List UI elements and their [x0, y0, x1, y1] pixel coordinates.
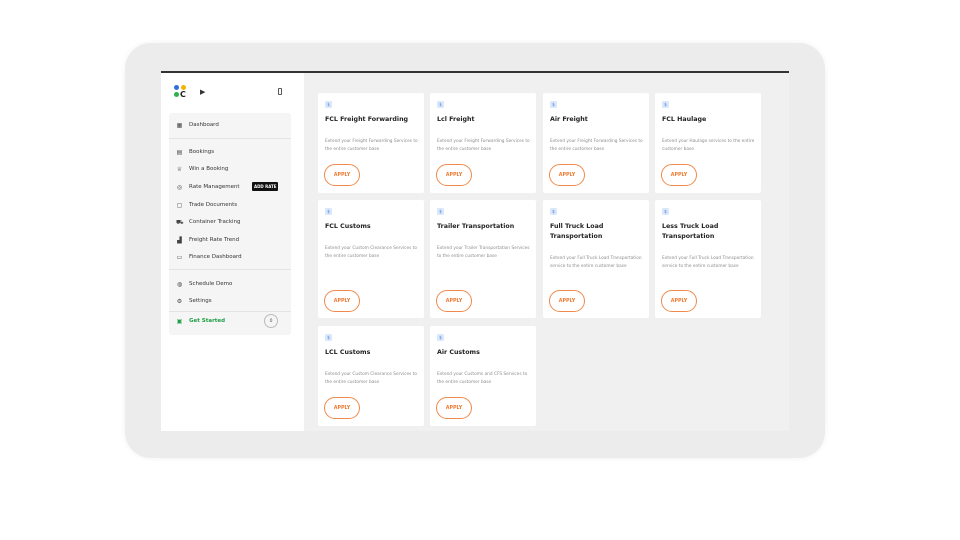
sidebar-item-container-tracking[interactable]: ⛟ Container Tracking — [176, 216, 241, 228]
chart-icon: ▟ — [177, 236, 182, 244]
app-screen: C ▶ ▦ Dashboard ▤ Bookings ♕ Win a Booki… — [161, 71, 789, 431]
service-card-full-truck-load: $ Full Truck Load Transportation Extend … — [543, 200, 649, 318]
service-card-lcl-freight: $ Lcl Freight Extend your Freight Forwar… — [430, 93, 536, 193]
card-description: Extend your Trailer Transportation Servi… — [437, 246, 530, 259]
document-icon: ▢ — [176, 201, 183, 209]
card-description: Extend your Custom Clearance Services to… — [325, 372, 418, 385]
sidebar-item-label: Trade Documents — [189, 202, 238, 208]
menu-divider — [169, 138, 291, 139]
gear-icon: ⚙ — [176, 297, 183, 305]
sidebar-item-label: Win a Booking — [189, 166, 229, 172]
sidebar-menu: ▦ Dashboard ▤ Bookings ♕ Win a Booking ◎… — [169, 113, 291, 335]
card-title: FCL Haulage — [662, 116, 707, 123]
sidebar-item-label: Finance Dashboard — [189, 254, 242, 260]
card-title: Lcl Freight — [437, 116, 475, 123]
apply-button[interactable]: APPLY — [436, 290, 472, 312]
card-description: Extend your Full Truck Load Transportati… — [662, 256, 754, 269]
dollar-icon: $ — [437, 334, 444, 341]
sidebar-item-win-a-booking[interactable]: ♕ Win a Booking — [176, 163, 229, 175]
company-logo[interactable]: C — [174, 85, 188, 99]
service-card-air-customs: $ Air Customs Extend your Customs and CF… — [430, 326, 536, 426]
sidebar-item-label: Settings — [189, 298, 212, 304]
card-description: Extend your Haulage services to the enti… — [662, 139, 755, 152]
card-title: Air Freight — [550, 116, 588, 123]
dashboard-icon: ▦ — [176, 121, 183, 129]
headset-icon: ◍ — [176, 280, 183, 288]
card-description: Extend your Freight Forwarding Services … — [550, 139, 643, 152]
dollar-icon: $ — [325, 208, 332, 215]
logo-dot-green — [174, 92, 179, 97]
logo-dot-blue — [174, 85, 179, 90]
sidebar-item-finance-dashboard[interactable]: ▭ Finance Dashboard — [176, 251, 242, 263]
add-rate-badge[interactable]: ADD RATE — [252, 182, 279, 191]
menu-divider — [169, 311, 291, 312]
card-title: Trailer Transportation — [437, 223, 515, 230]
dollar-icon: $ — [437, 208, 444, 215]
service-card-fcl-freight-forwarding: $ FCL Freight Forwarding Extend your Fre… — [318, 93, 424, 193]
service-card-trailer-transportation: $ Trailer Transportation Extend your Tra… — [430, 200, 536, 318]
sidebar-item-bookings[interactable]: ▤ Bookings — [176, 146, 214, 158]
truck-icon: ⛟ — [176, 218, 184, 226]
sidebar-item-label: Freight Rate Trend — [189, 237, 240, 243]
dollar-icon: $ — [325, 101, 332, 108]
card-title: Air Customs — [437, 349, 480, 356]
services-grid: $ FCL Freight Forwarding Extend your Fre… — [304, 73, 789, 431]
logo-letter: C — [180, 90, 186, 99]
sidebar-item-dashboard[interactable]: ▦ Dashboard — [176, 119, 219, 131]
apply-button[interactable]: APPLY — [324, 290, 360, 312]
dollar-icon: $ — [662, 208, 669, 215]
card-description: Extend your Customs and CFS Services to … — [437, 372, 528, 385]
apply-button[interactable]: APPLY — [436, 397, 472, 419]
service-card-air-freight: $ Air Freight Extend your Freight Forwar… — [543, 93, 649, 193]
apply-button[interactable]: APPLY — [324, 397, 360, 419]
dollar-icon: $ — [550, 208, 557, 215]
service-card-lcl-customs: $ LCL Customs Extend your Custom Clearan… — [318, 326, 424, 426]
card-description: Extend your Freight Forwarding Services … — [325, 139, 418, 152]
sidebar: C ▶ ▦ Dashboard ▤ Bookings ♕ Win a Booki… — [161, 73, 304, 431]
sidebar-item-freight-rate-trend[interactable]: ▟ Freight Rate Trend — [176, 234, 239, 246]
apply-button[interactable]: APPLY — [549, 290, 585, 312]
wallet-icon: ▭ — [176, 253, 183, 261]
sidebar-item-label: Get Started — [189, 318, 226, 324]
card-title: Full Truck Load Transportation — [550, 223, 604, 240]
service-card-less-truck-load: $ Less Truck Load Transportation Extend … — [655, 200, 761, 318]
bookings-icon: ▤ — [176, 148, 183, 156]
dollar-icon: $ — [325, 334, 332, 341]
card-title: LCL Customs — [325, 349, 371, 356]
card-description: Extend your Full Truck Load Transportati… — [550, 256, 642, 269]
sidebar-item-rate-management[interactable]: ◎ Rate Management — [176, 181, 240, 193]
apply-button[interactable]: APPLY — [661, 164, 697, 186]
apply-button[interactable]: APPLY — [324, 164, 360, 186]
dollar-icon: $ — [437, 101, 444, 108]
sidebar-item-schedule-demo[interactable]: ◍ Schedule Demo — [176, 278, 233, 290]
card-title: FCL Customs — [325, 223, 371, 230]
phone-icon[interactable] — [278, 88, 282, 95]
sidebar-item-get-started[interactable]: ▣ Get Started — [176, 315, 225, 327]
sidebar-item-label: Bookings — [189, 149, 215, 155]
apply-button[interactable]: APPLY — [436, 164, 472, 186]
search-rate-icon: ◎ — [176, 183, 183, 191]
card-description: Extend your Custom Clearance Services to… — [325, 246, 418, 259]
calendar-icon: ▣ — [176, 317, 183, 325]
cursor-icon: ▶ — [200, 88, 206, 96]
menu-divider — [169, 269, 291, 270]
sidebar-item-label: Rate Management — [189, 184, 240, 190]
dollar-icon: $ — [550, 101, 557, 108]
sidebar-item-label: Schedule Demo — [189, 281, 233, 287]
progress-indicator: 0 — [264, 314, 278, 328]
apply-button[interactable]: APPLY — [661, 290, 697, 312]
trophy-icon: ♕ — [176, 165, 183, 173]
apply-button[interactable]: APPLY — [549, 164, 585, 186]
sidebar-item-label: Container Tracking — [189, 219, 241, 225]
sidebar-item-trade-documents[interactable]: ▢ Trade Documents — [176, 199, 238, 211]
card-description: Extend your Freight Forwarding Services … — [437, 139, 530, 152]
sidebar-item-settings[interactable]: ⚙ Settings — [176, 295, 212, 307]
service-card-fcl-customs: $ FCL Customs Extend your Custom Clearan… — [318, 200, 424, 318]
sidebar-item-label: Dashboard — [189, 122, 219, 128]
card-title: FCL Freight Forwarding — [325, 116, 409, 123]
card-title: Less Truck Load Transportation — [662, 223, 719, 240]
service-card-fcl-haulage: $ FCL Haulage Extend your Haulage servic… — [655, 93, 761, 193]
dollar-icon: $ — [662, 101, 669, 108]
